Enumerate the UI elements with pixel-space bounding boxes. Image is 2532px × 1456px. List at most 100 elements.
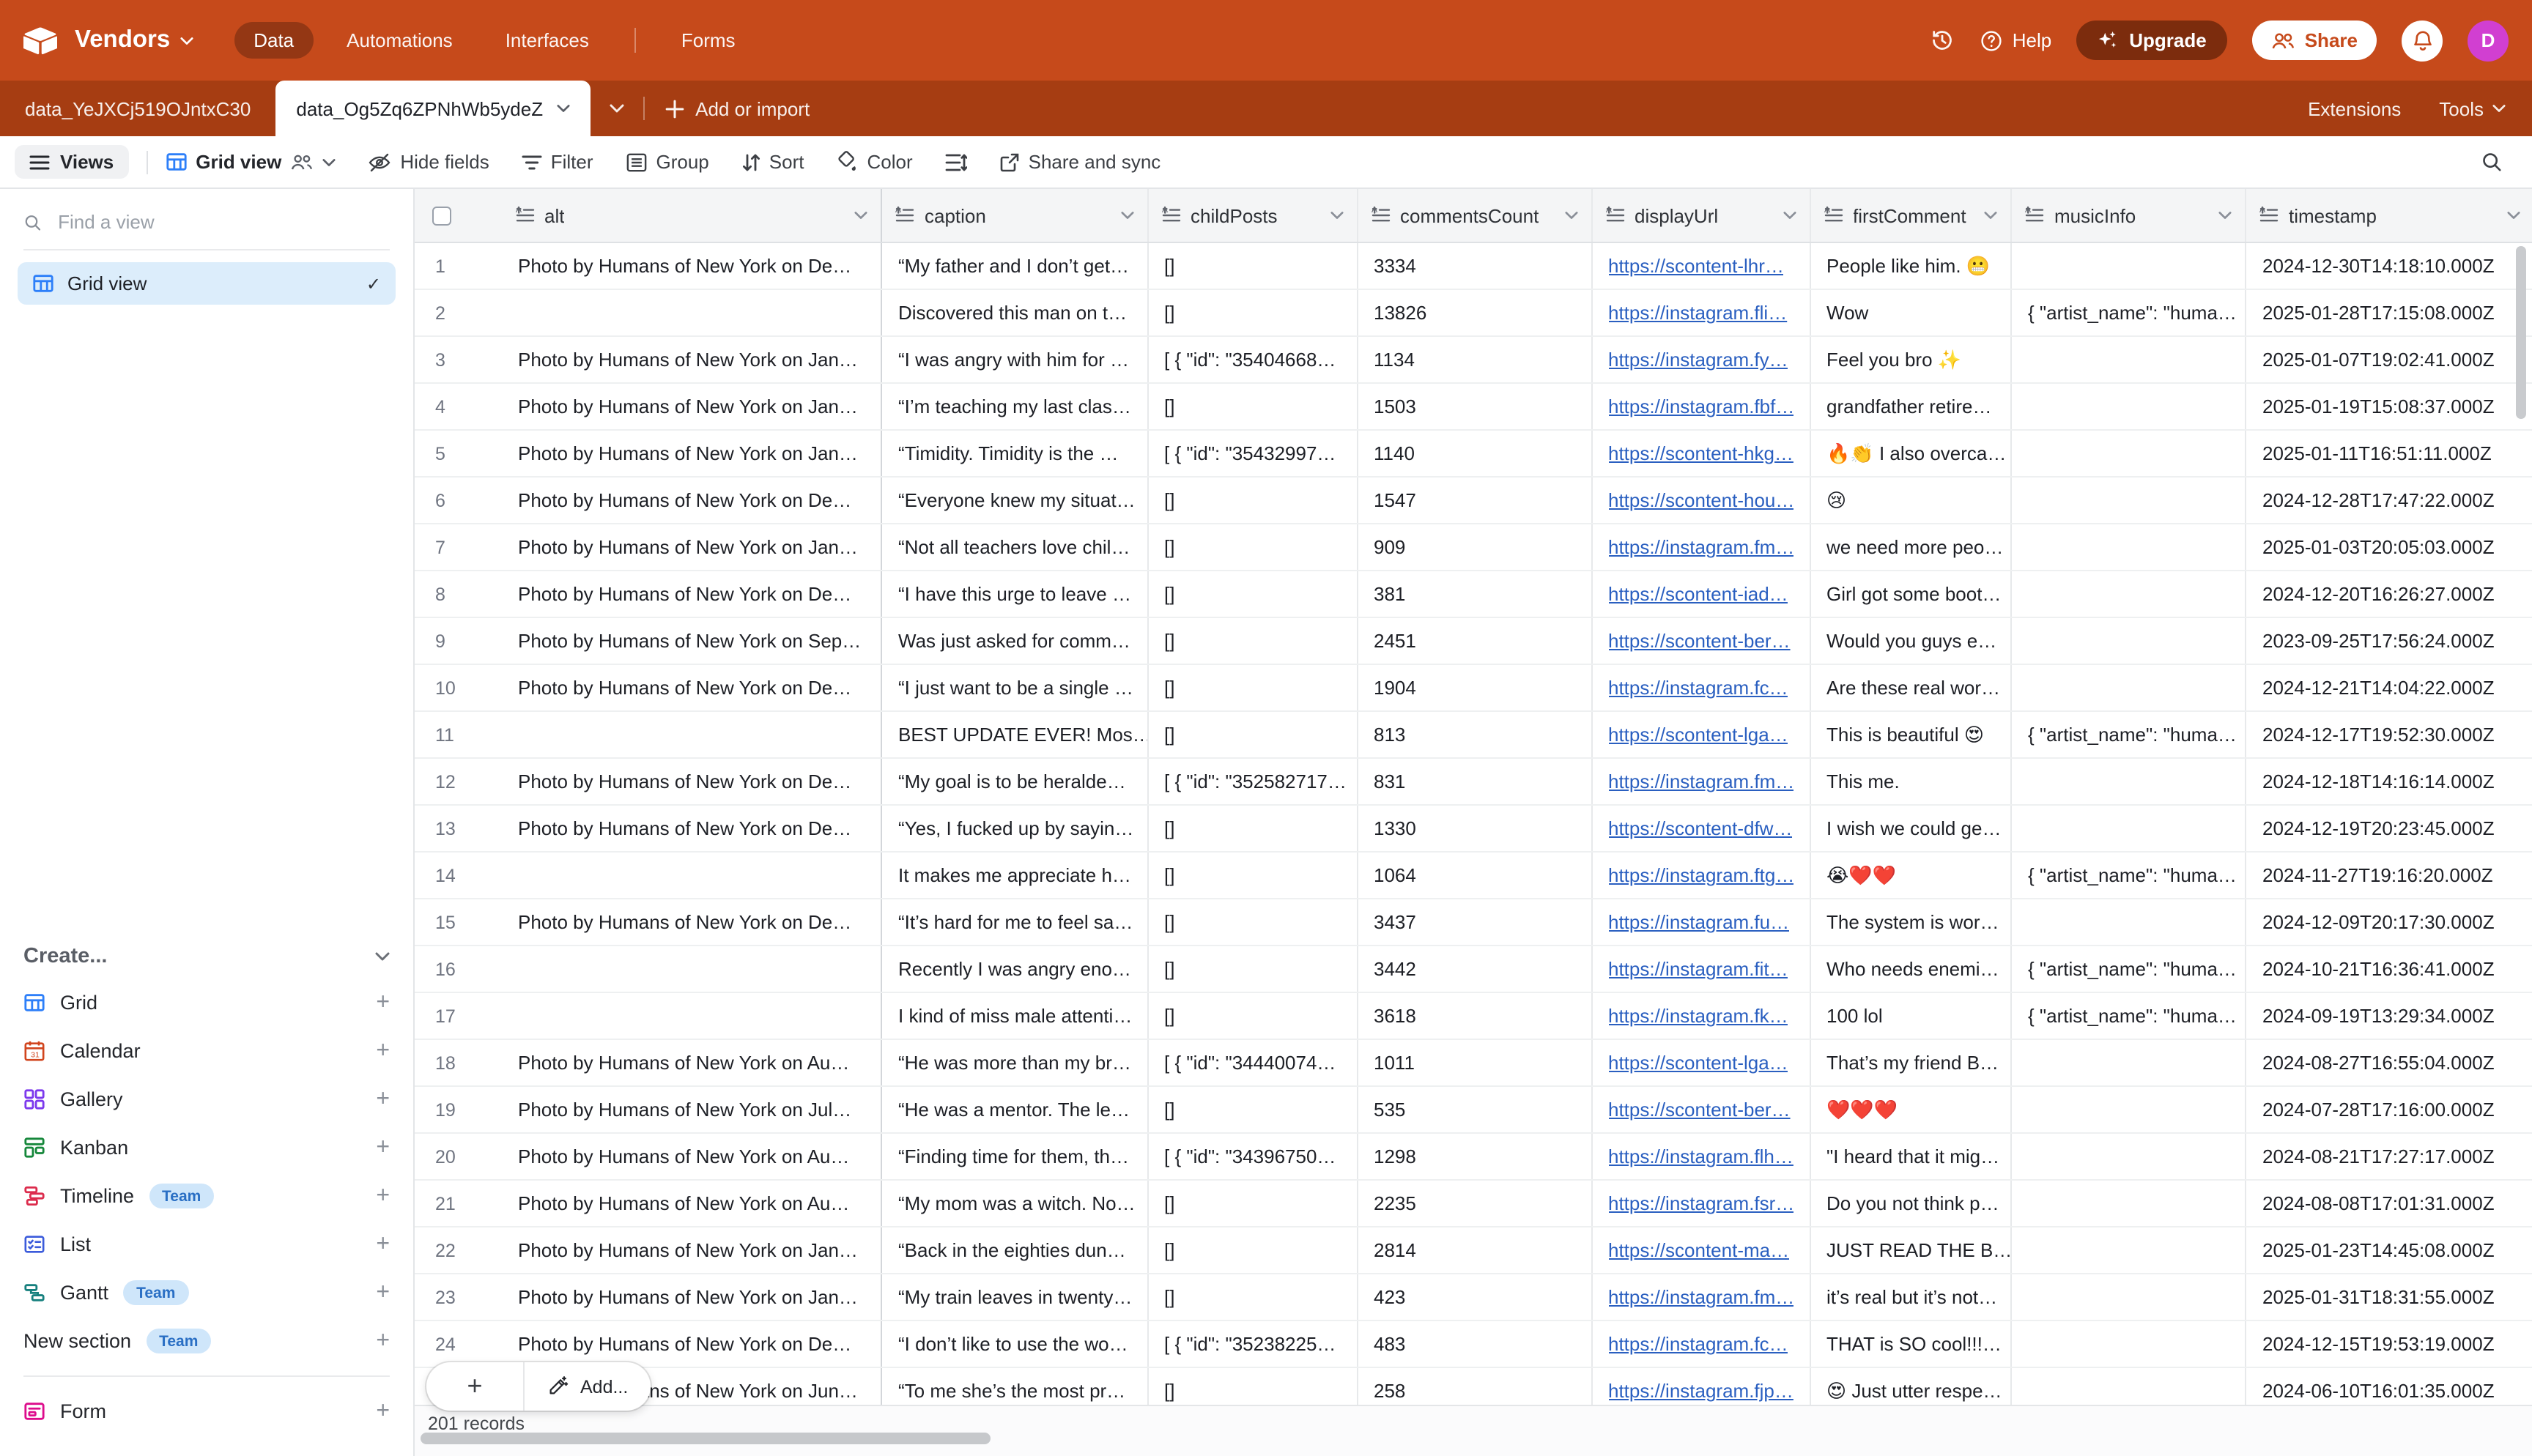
cell-timestamp[interactable]: 2025-01-07T19:02:41.000Z <box>2246 337 2532 382</box>
cell-displayUrl[interactable]: https://instagram.fbf… <box>1592 384 1810 429</box>
cell-timestamp[interactable]: 2024-12-21T14:04:22.000Z <box>2246 665 2532 710</box>
cell-caption[interactable]: “Timidity. Timidity is the … <box>882 431 1148 476</box>
base-name-menu[interactable]: Vendors <box>75 26 193 54</box>
cell-firstComment[interactable]: 😍 Just utter respe… <box>1810 1368 2012 1408</box>
top-nav-interfaces[interactable]: Interfaces <box>486 22 608 59</box>
cell-alt[interactable]: Photo by Humans of New York on Jul… <box>502 1087 882 1132</box>
cell-musicInfo[interactable] <box>2012 1274 2246 1320</box>
cell-musicInfo[interactable] <box>2012 665 2246 710</box>
cell-timestamp[interactable]: 2025-01-03T20:05:03.000Z <box>2246 524 2532 570</box>
cell-alt[interactable]: Photo by Humans of New York on Au… <box>502 1040 882 1085</box>
cell-firstComment[interactable]: Are these real wor… <box>1810 665 2012 710</box>
cell-caption[interactable]: “My goal is to be heralde… <box>882 759 1148 804</box>
cell-musicInfo[interactable] <box>2012 478 2246 523</box>
cell-timestamp[interactable]: 2024-09-19T13:29:34.000Z <box>2246 993 2532 1039</box>
cell-alt[interactable]: Photo by Humans of New York on Jan… <box>502 524 882 570</box>
cell-displayUrl[interactable]: https://instagram.fc… <box>1592 1321 1810 1367</box>
cell-childPosts[interactable]: [] <box>1148 806 1358 851</box>
row-number[interactable]: 18 <box>415 1040 502 1085</box>
cell-commentsCount[interactable]: 3618 <box>1358 993 1592 1039</box>
row-number[interactable]: 21 <box>415 1181 502 1226</box>
cell-commentsCount[interactable]: 1503 <box>1358 384 1592 429</box>
url-link[interactable]: https://instagram.fit… <box>1608 958 1788 980</box>
cell-musicInfo[interactable] <box>2012 759 2246 804</box>
column-header-displayUrl[interactable]: AdisplayUrl <box>1592 189 1810 242</box>
cell-caption[interactable]: “To me she’s the most pr… <box>882 1368 1148 1408</box>
cell-timestamp[interactable]: 2024-08-21T17:27:17.000Z <box>2246 1134 2532 1179</box>
cell-timestamp[interactable]: 2024-06-10T16:01:35.000Z <box>2246 1368 2532 1408</box>
cell-alt[interactable] <box>502 853 882 898</box>
url-link[interactable]: https://instagram.fc… <box>1608 677 1788 699</box>
cell-firstComment[interactable]: People like him. 😬 <box>1810 243 2012 289</box>
cell-musicInfo[interactable] <box>2012 1087 2246 1132</box>
cell-commentsCount[interactable]: 3334 <box>1358 243 1592 289</box>
cell-displayUrl[interactable]: https://scontent-ber… <box>1592 618 1810 664</box>
cell-alt[interactable]: Photo by Humans of New York on Jan… <box>502 1274 882 1320</box>
cell-caption[interactable]: Discovered this man on t… <box>882 290 1148 335</box>
cell-musicInfo[interactable] <box>2012 243 2246 289</box>
cell-alt[interactable]: Photo by Humans of New York on De… <box>502 665 882 710</box>
cell-timestamp[interactable]: 2024-12-18T14:16:14.000Z <box>2246 759 2532 804</box>
cell-timestamp[interactable]: 2024-11-27T19:16:20.000Z <box>2246 853 2532 898</box>
cell-commentsCount[interactable]: 1547 <box>1358 478 1592 523</box>
add-with-ai-button[interactable]: Add... <box>525 1362 650 1411</box>
cell-firstComment[interactable]: This me. <box>1810 759 2012 804</box>
top-nav-data[interactable]: Data <box>234 22 313 59</box>
plus-icon[interactable]: + <box>376 1086 390 1113</box>
cell-childPosts[interactable]: [] <box>1148 243 1358 289</box>
find-a-view-input[interactable] <box>55 209 390 234</box>
cell-firstComment[interactable]: 😭❤️❤️ <box>1810 853 2012 898</box>
cell-displayUrl[interactable]: https://instagram.fc… <box>1592 665 1810 710</box>
cell-commentsCount[interactable]: 381 <box>1358 571 1592 617</box>
plus-icon[interactable]: + <box>376 1279 390 1306</box>
cell-musicInfo[interactable] <box>2012 337 2246 382</box>
cell-caption[interactable]: Recently I was angry eno… <box>882 946 1148 992</box>
table-tab-1[interactable]: data_Og5Zq6ZPNhWb5ydeZ <box>275 81 590 136</box>
cell-displayUrl[interactable]: https://scontent-lhr… <box>1592 243 1810 289</box>
cell-musicInfo[interactable] <box>2012 1368 2246 1408</box>
cell-timestamp[interactable]: 2024-12-28T17:47:22.000Z <box>2246 478 2532 523</box>
cell-alt[interactable] <box>502 993 882 1039</box>
cell-caption[interactable]: “I don’t like to use the wo… <box>882 1321 1148 1367</box>
cell-caption[interactable]: “My father and I don’t get… <box>882 243 1148 289</box>
cell-displayUrl[interactable]: https://instagram.fsr… <box>1592 1181 1810 1226</box>
cell-musicInfo[interactable] <box>2012 384 2246 429</box>
cell-commentsCount[interactable]: 2814 <box>1358 1227 1592 1273</box>
cell-childPosts[interactable]: [] <box>1148 665 1358 710</box>
cell-timestamp[interactable]: 2024-12-17T19:52:30.000Z <box>2246 712 2532 757</box>
cell-musicInfo[interactable] <box>2012 1040 2246 1085</box>
cell-timestamp[interactable]: 2024-12-30T14:18:10.000Z <box>2246 243 2532 289</box>
cell-displayUrl[interactable]: https://scontent-ma… <box>1592 1227 1810 1273</box>
cell-commentsCount[interactable]: 1140 <box>1358 431 1592 476</box>
column-header-timestamp[interactable]: Atimestamp <box>2246 189 2532 242</box>
column-header-commentsCount[interactable]: AcommentsCount <box>1358 189 1592 242</box>
row-number[interactable]: 11 <box>415 712 502 757</box>
cell-caption[interactable]: “Finding time for them, th… <box>882 1134 1148 1179</box>
cell-caption[interactable]: “Back in the eighties dun… <box>882 1227 1148 1273</box>
sidebar-create-kanban[interactable]: Kanban+ <box>23 1123 390 1172</box>
cell-childPosts[interactable]: [ { "id": "35404668… <box>1148 337 1358 382</box>
group-button[interactable]: Group <box>626 151 709 173</box>
cell-commentsCount[interactable]: 2451 <box>1358 618 1592 664</box>
url-link[interactable]: https://scontent-hou… <box>1608 489 1793 511</box>
row-number[interactable]: 23 <box>415 1274 502 1320</box>
cell-alt[interactable]: Photo by Humans of New York on De… <box>502 571 882 617</box>
cell-commentsCount[interactable]: 1298 <box>1358 1134 1592 1179</box>
cell-timestamp[interactable]: 2024-12-20T16:26:27.000Z <box>2246 571 2532 617</box>
url-link[interactable]: https://instagram.fu… <box>1608 911 1789 933</box>
add-record-button[interactable]: + <box>426 1362 525 1411</box>
cell-commentsCount[interactable]: 423 <box>1358 1274 1592 1320</box>
cell-timestamp[interactable]: 2024-08-27T16:55:04.000Z <box>2246 1040 2532 1085</box>
sidebar-create-gantt[interactable]: GanttTeam+ <box>23 1269 390 1317</box>
cell-musicInfo[interactable]: { "artist_name": "huma… <box>2012 946 2246 992</box>
cell-firstComment[interactable]: 100 lol <box>1810 993 2012 1039</box>
hide-fields-button[interactable]: Hide fields <box>368 151 489 173</box>
cell-caption[interactable]: “My train leaves in twenty… <box>882 1274 1148 1320</box>
cell-displayUrl[interactable]: https://scontent-ber… <box>1592 1087 1810 1132</box>
filter-button[interactable]: Filter <box>522 151 593 173</box>
cell-displayUrl[interactable]: https://scontent-hkg… <box>1592 431 1810 476</box>
cell-childPosts[interactable]: [ { "id": "35238225… <box>1148 1321 1358 1367</box>
cell-commentsCount[interactable]: 813 <box>1358 712 1592 757</box>
upgrade-button[interactable]: Upgrade <box>2076 21 2226 60</box>
share-button[interactable]: Share <box>2252 21 2377 60</box>
